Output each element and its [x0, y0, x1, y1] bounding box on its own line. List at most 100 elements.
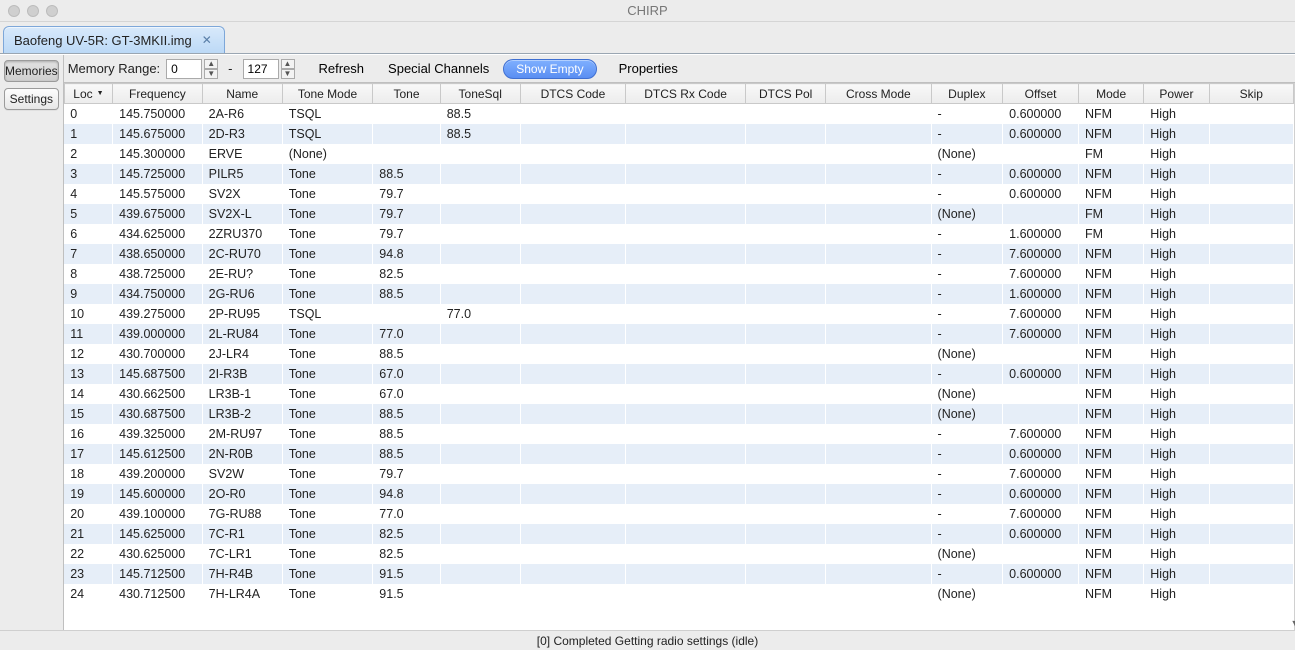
column-header[interactable]: Mode: [1078, 84, 1143, 104]
cell-skip[interactable]: [1209, 284, 1293, 304]
cell-power[interactable]: High: [1144, 424, 1209, 444]
cell-cross[interactable]: [826, 584, 931, 604]
cell-dtcspol[interactable]: [746, 524, 826, 544]
cell-offset[interactable]: 0.600000: [1003, 104, 1079, 124]
cell-freq[interactable]: 145.612500: [113, 444, 203, 464]
cell-cross[interactable]: [826, 504, 931, 524]
cell-skip[interactable]: [1209, 324, 1293, 344]
cell-mode[interactable]: NFM: [1078, 504, 1143, 524]
cell-power[interactable]: High: [1144, 204, 1209, 224]
cell-offset[interactable]: [1003, 344, 1079, 364]
cell-name[interactable]: 2C-RU70: [202, 244, 282, 264]
cell-dtcs[interactable]: [520, 384, 625, 404]
cell-dtcspol[interactable]: [746, 564, 826, 584]
cell-loc[interactable]: 15: [64, 404, 112, 424]
cell-tonesql[interactable]: 88.5: [440, 124, 520, 144]
cell-offset[interactable]: 7.600000: [1003, 244, 1079, 264]
cell-tone[interactable]: 88.5: [373, 284, 440, 304]
cell-dtcspol[interactable]: [746, 244, 826, 264]
cell-cross[interactable]: [826, 144, 931, 164]
cell-tonesql[interactable]: [440, 424, 520, 444]
cell-cross[interactable]: [826, 364, 931, 384]
table-row[interactable]: 2145.300000ERVE(None)(None)FMHigh: [64, 144, 1293, 164]
column-header[interactable]: Name: [202, 84, 282, 104]
cell-tone[interactable]: 88.5: [373, 344, 440, 364]
cell-skip[interactable]: [1209, 484, 1293, 504]
cell-tonesql[interactable]: [440, 444, 520, 464]
cell-loc[interactable]: 3: [64, 164, 112, 184]
cell-duplex[interactable]: (None): [931, 584, 1003, 604]
cell-offset[interactable]: 1.600000: [1003, 224, 1079, 244]
cell-name[interactable]: 2O-R0: [202, 484, 282, 504]
cell-skip[interactable]: [1209, 244, 1293, 264]
cell-dtcs[interactable]: [520, 484, 625, 504]
cell-name[interactable]: SV2X-L: [202, 204, 282, 224]
cell-name[interactable]: PILR5: [202, 164, 282, 184]
cell-duplex[interactable]: (None): [931, 144, 1003, 164]
cell-loc[interactable]: 2: [64, 144, 112, 164]
cell-duplex[interactable]: -: [931, 504, 1003, 524]
cell-mode[interactable]: NFM: [1078, 304, 1143, 324]
cell-dtcs[interactable]: [520, 544, 625, 564]
cell-mode[interactable]: FM: [1078, 144, 1143, 164]
cell-dtcsrx[interactable]: [626, 124, 746, 144]
cell-dtcspol[interactable]: [746, 284, 826, 304]
table-row[interactable]: 15430.687500LR3B-2Tone88.5(None)NFMHigh: [64, 404, 1293, 424]
column-header[interactable]: DTCS Rx Code: [626, 84, 746, 104]
cell-loc[interactable]: 20: [64, 504, 112, 524]
show-empty-toggle[interactable]: Show Empty: [503, 59, 596, 79]
cell-tone[interactable]: 82.5: [373, 544, 440, 564]
cell-dtcspol[interactable]: [746, 184, 826, 204]
cell-tonemode[interactable]: Tone: [282, 464, 373, 484]
cell-loc[interactable]: 10: [64, 304, 112, 324]
cell-tonesql[interactable]: [440, 464, 520, 484]
cell-dtcsrx[interactable]: [626, 344, 746, 364]
cell-tonemode[interactable]: Tone: [282, 524, 373, 544]
cell-offset[interactable]: [1003, 144, 1079, 164]
cell-freq[interactable]: 438.725000: [113, 264, 203, 284]
cell-name[interactable]: 7G-RU88: [202, 504, 282, 524]
cell-power[interactable]: High: [1144, 184, 1209, 204]
cell-skip[interactable]: [1209, 404, 1293, 424]
cell-offset[interactable]: [1003, 404, 1079, 424]
cell-offset[interactable]: [1003, 204, 1079, 224]
cell-freq[interactable]: 145.725000: [113, 164, 203, 184]
cell-dtcs[interactable]: [520, 524, 625, 544]
cell-loc[interactable]: 12: [64, 344, 112, 364]
cell-skip[interactable]: [1209, 424, 1293, 444]
cell-dtcspol[interactable]: [746, 504, 826, 524]
cell-dtcspol[interactable]: [746, 124, 826, 144]
cell-freq[interactable]: 439.325000: [113, 424, 203, 444]
cell-power[interactable]: High: [1144, 304, 1209, 324]
cell-name[interactable]: ERVE: [202, 144, 282, 164]
cell-power[interactable]: High: [1144, 144, 1209, 164]
zoom-window-button[interactable]: [46, 5, 58, 17]
cell-dtcspol[interactable]: [746, 104, 826, 124]
cell-duplex[interactable]: -: [931, 184, 1003, 204]
range-from-input[interactable]: [166, 59, 202, 79]
cell-loc[interactable]: 21: [64, 524, 112, 544]
cell-mode[interactable]: FM: [1078, 224, 1143, 244]
cell-tonemode[interactable]: Tone: [282, 264, 373, 284]
cell-tonesql[interactable]: 77.0: [440, 304, 520, 324]
cell-dtcspol[interactable]: [746, 264, 826, 284]
cell-tonemode[interactable]: Tone: [282, 544, 373, 564]
cell-duplex[interactable]: -: [931, 564, 1003, 584]
cell-tone[interactable]: 94.8: [373, 484, 440, 504]
cell-tonemode[interactable]: Tone: [282, 384, 373, 404]
cell-power[interactable]: High: [1144, 504, 1209, 524]
cell-tonemode[interactable]: Tone: [282, 564, 373, 584]
cell-power[interactable]: High: [1144, 464, 1209, 484]
cell-power[interactable]: High: [1144, 104, 1209, 124]
cell-name[interactable]: 2D-R3: [202, 124, 282, 144]
cell-name[interactable]: SV2X: [202, 184, 282, 204]
column-header[interactable]: DTCS Pol: [746, 84, 826, 104]
cell-dtcs[interactable]: [520, 244, 625, 264]
cell-dtcspol[interactable]: [746, 204, 826, 224]
cell-dtcsrx[interactable]: [626, 204, 746, 224]
cell-offset[interactable]: 0.600000: [1003, 124, 1079, 144]
cell-dtcspol[interactable]: [746, 544, 826, 564]
cell-loc[interactable]: 18: [64, 464, 112, 484]
cell-tonesql[interactable]: [440, 244, 520, 264]
cell-loc[interactable]: 0: [64, 104, 112, 124]
